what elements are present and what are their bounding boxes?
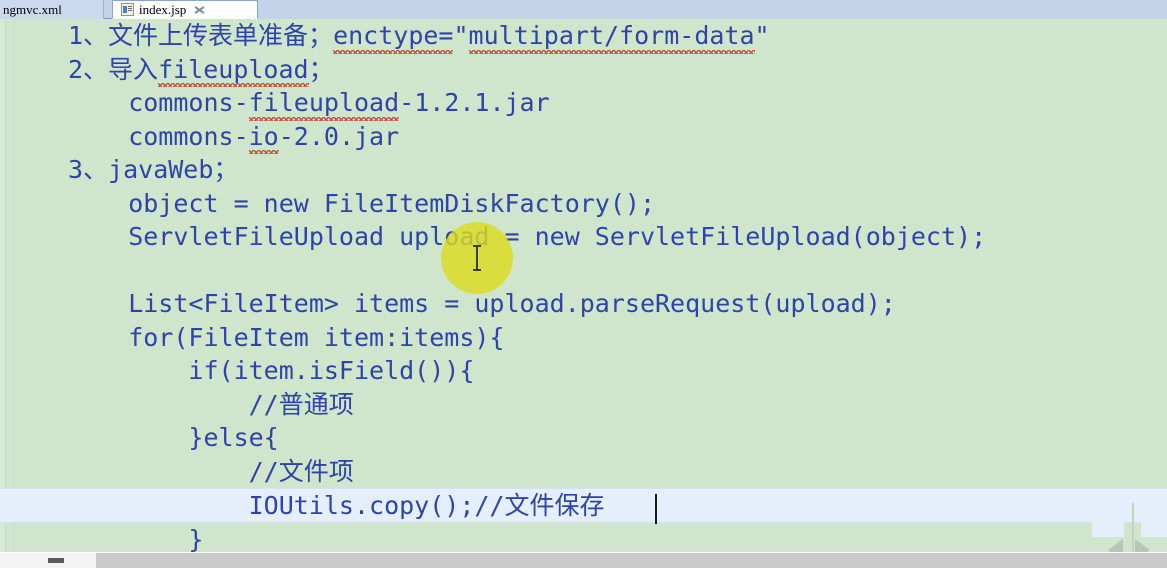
editor-tab-bar: ngmvc.xml index.jsp [0, 0, 1167, 19]
code-token: -2.0.jar [278, 121, 400, 151]
code-token: ； [308, 54, 334, 84]
code-token-misspelled: multipart/form-data [468, 19, 755, 53]
code-token: if(item.isField()){ [68, 356, 475, 385]
code-line[interactable]: 1、文件上传表单准备；enctype="multipart/form-data" [0, 19, 1167, 53]
horizontal-scrollbar[interactable] [0, 552, 1167, 568]
code-token-misspelled: enctype= [333, 19, 454, 53]
code-token: //文件项 [68, 456, 354, 486]
scrollbar-thumb-grip [48, 558, 64, 563]
code-token-misspelled: fileupload [248, 86, 399, 120]
code-line[interactable]: //文件项 [0, 455, 1167, 489]
editor-window: ngmvc.xml index.jsp 1、文件上传表单准备；enctype="… [0, 0, 1167, 568]
code-line[interactable]: }else{ [0, 421, 1167, 455]
code-token: //普通项 [68, 389, 354, 419]
code-line[interactable]: 3、javaWeb； [0, 153, 1167, 187]
code-token-misspelled: fileupload [158, 53, 309, 87]
horizontal-scrollbar-thumb[interactable] [0, 553, 96, 568]
code-token: 1、文件上传表单准备； [68, 21, 334, 50]
current-line-highlight-tail [1092, 511, 1124, 537]
code-line[interactable]: commons-io-2.0.jar [0, 120, 1167, 154]
code-line[interactable]: //普通项 [0, 388, 1167, 422]
code-token: ServletFileUpload upload = new ServletFi… [68, 222, 987, 251]
code-token: " [453, 21, 469, 50]
code-token: commons- [68, 88, 249, 117]
jsp-file-icon [121, 3, 134, 16]
editor-navigation-arrows[interactable] [1108, 535, 1158, 552]
editor-corner-block [1141, 511, 1167, 537]
code-token: IOUtils.copy();//文件保存 [68, 491, 605, 520]
code-token: 3、javaWeb； [68, 155, 239, 184]
code-token: }else{ [68, 423, 279, 452]
code-line[interactable]: commons-fileupload-1.2.1.jar [0, 86, 1167, 120]
code-token: " [754, 21, 770, 50]
code-token: object = new FileItemDiskFactory(); [68, 188, 655, 218]
tab-index-jsp[interactable]: index.jsp [112, 0, 258, 19]
triangle-right-icon[interactable] [1135, 539, 1150, 552]
code-line[interactable]: object = new FileItemDiskFactory(); [0, 187, 1167, 221]
code-token: List<FileItem> items = upload.parseReque… [68, 289, 896, 318]
text-caret [655, 494, 657, 524]
tab-springmvc-xml[interactable]: ngmvc.xml [0, 0, 104, 19]
code-token: -1.2.1.jar [399, 88, 550, 117]
code-line[interactable] [0, 254, 1167, 288]
code-text-area[interactable]: 1、文件上传表单准备；enctype="multipart/form-data"… [0, 19, 1167, 552]
tab-bar-empty-area [258, 0, 1167, 19]
close-icon[interactable] [193, 3, 206, 16]
triangle-left-icon[interactable] [1108, 539, 1123, 552]
code-line[interactable]: for(FileItem item:items){ [0, 321, 1167, 355]
code-line[interactable]: } [0, 523, 1167, 552]
code-line[interactable]: 2、导入fileupload； [0, 53, 1167, 87]
code-editor-area[interactable]: 1、文件上传表单准备；enctype="multipart/form-data"… [0, 19, 1167, 552]
code-line[interactable]: IOUtils.copy();//文件保存 [0, 488, 1167, 523]
code-token: 2、导入 [68, 54, 159, 84]
code-token-misspelled: io [248, 120, 279, 154]
code-line[interactable]: if(item.isField()){ [0, 354, 1167, 388]
tab-springmvc-xml-label: ngmvc.xml [3, 1, 62, 17]
code-line[interactable]: List<FileItem> items = upload.parseReque… [0, 287, 1167, 321]
code-token: for(FileItem item:items){ [68, 322, 505, 352]
code-line[interactable]: ServletFileUpload upload = new ServletFi… [0, 220, 1167, 254]
tab-index-jsp-label: index.jsp [139, 1, 187, 17]
code-token: commons- [68, 121, 249, 151]
code-token: } [68, 525, 204, 552]
